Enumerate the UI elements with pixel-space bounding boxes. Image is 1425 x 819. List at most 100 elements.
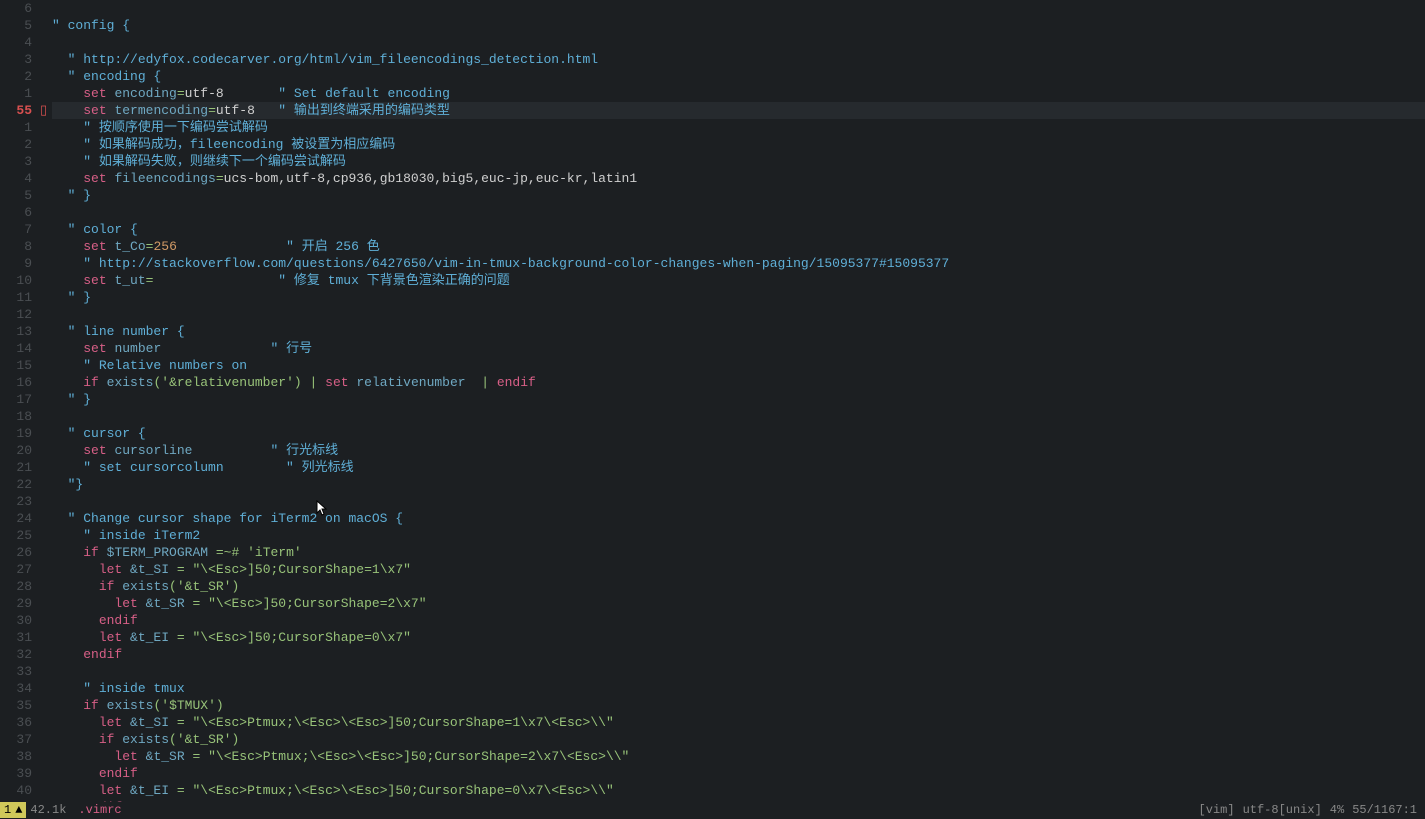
code-line[interactable]: " set cursorcolumn " 列光标线 [52, 459, 1425, 476]
line-number: 18 [0, 408, 32, 425]
code-line[interactable]: if exists('$TMUX') [52, 697, 1425, 714]
line-number: 25 [0, 527, 32, 544]
sign-cell [40, 136, 52, 153]
code-line[interactable]: " http://stackoverflow.com/questions/642… [52, 255, 1425, 272]
sign-cell [40, 221, 52, 238]
line-number: 8 [0, 238, 32, 255]
code-area[interactable]: " config { " http://edyfox.codecarver.or… [52, 0, 1425, 812]
code-line[interactable]: " color { [52, 221, 1425, 238]
code-line[interactable] [52, 34, 1425, 51]
sign-cell [40, 170, 52, 187]
code-line[interactable]: " http://edyfox.codecarver.org/html/vim_… [52, 51, 1425, 68]
line-number: 3 [0, 153, 32, 170]
code-line[interactable]: let &t_SI = "\<Esc>Ptmux;\<Esc>\<Esc>]50… [52, 714, 1425, 731]
code-line[interactable] [52, 408, 1425, 425]
sign-cell [40, 697, 52, 714]
line-number: 29 [0, 595, 32, 612]
code-line[interactable]: " 如果解码失败，则继续下一个编码尝试解码 [52, 153, 1425, 170]
line-number: 15 [0, 357, 32, 374]
code-line[interactable]: " 按顺序使用一下编码尝试解码 [52, 119, 1425, 136]
sign-cell [40, 425, 52, 442]
code-line[interactable]: set t_ut= " 修复 tmux 下背景色渲染正确的问题 [52, 272, 1425, 289]
code-line[interactable]: " 如果解码成功，fileencoding 被设置为相应编码 [52, 136, 1425, 153]
sign-cell [40, 595, 52, 612]
sign-cell [40, 765, 52, 782]
code-line[interactable]: let &t_SR = "\<Esc>Ptmux;\<Esc>\<Esc>]50… [52, 748, 1425, 765]
code-line[interactable]: let &t_SI = "\<Esc>]50;CursorShape=1\x7" [52, 561, 1425, 578]
status-mode-indicator: 1 ▲ [0, 802, 26, 818]
code-line[interactable]: if exists('&t_SR') [52, 578, 1425, 595]
sign-cell [40, 629, 52, 646]
code-line[interactable]: let &t_EI = "\<Esc>Ptmux;\<Esc>\<Esc>]50… [52, 782, 1425, 799]
code-line[interactable]: let &t_EI = "\<Esc>]50;CursorShape=0\x7" [52, 629, 1425, 646]
code-line[interactable]: "} [52, 476, 1425, 493]
code-line[interactable]: if exists('&relativenumber') | set relat… [52, 374, 1425, 391]
line-number: 1 [0, 85, 32, 102]
sign-cell [40, 663, 52, 680]
sign-column: ▯ [40, 0, 52, 812]
code-line[interactable]: let &t_SR = "\<Esc>]50;CursorShape=2\x7" [52, 595, 1425, 612]
line-number: 24 [0, 510, 32, 527]
code-line[interactable] [52, 306, 1425, 323]
line-number: 13 [0, 323, 32, 340]
line-number: 12 [0, 306, 32, 323]
code-line[interactable] [52, 663, 1425, 680]
line-number: 14 [0, 340, 32, 357]
code-line[interactable]: " Change cursor shape for iTerm2 on macO… [52, 510, 1425, 527]
line-number: 26 [0, 544, 32, 561]
sign-cell [40, 782, 52, 799]
line-number: 31 [0, 629, 32, 646]
line-number: 36 [0, 714, 32, 731]
line-number: 28 [0, 578, 32, 595]
code-line[interactable]: " Relative numbers on [52, 357, 1425, 374]
line-number: 3 [0, 51, 32, 68]
sign-cell [40, 0, 52, 17]
code-line[interactable] [52, 493, 1425, 510]
code-line[interactable]: " } [52, 187, 1425, 204]
sign-cell [40, 68, 52, 85]
code-line[interactable]: " } [52, 289, 1425, 306]
status-filename: .vimrc [70, 802, 129, 819]
code-line[interactable]: " config { [52, 17, 1425, 34]
code-line[interactable]: set t_Co=256 " 开启 256 色 [52, 238, 1425, 255]
sign-cell [40, 442, 52, 459]
code-line[interactable]: set encoding=utf-8 " Set default encodin… [52, 85, 1425, 102]
sign-cell [40, 408, 52, 425]
line-number: 5 [0, 187, 32, 204]
status-percent: 4% [1330, 802, 1344, 819]
sign-cell [40, 714, 52, 731]
editor-viewport[interactable]: 6543215512345678910111213141516171819202… [0, 0, 1425, 812]
status-filetype: [vim] [1199, 802, 1235, 819]
status-position: 55/1167:1 [1352, 802, 1417, 819]
line-number: 34 [0, 680, 32, 697]
code-line[interactable]: " inside tmux [52, 680, 1425, 697]
code-line[interactable]: " } [52, 391, 1425, 408]
line-number-gutter: 6543215512345678910111213141516171819202… [0, 0, 40, 812]
code-line[interactable]: set termencoding=utf-8 " 输出到终端采用的编码类型 [52, 102, 1425, 119]
code-line[interactable]: endif [52, 612, 1425, 629]
code-line[interactable]: set fileencodings=ucs-bom,utf-8,cp936,gb… [52, 170, 1425, 187]
sign-cell [40, 340, 52, 357]
line-number: 6 [0, 0, 32, 17]
code-line[interactable]: if $TERM_PROGRAM =~# 'iTerm' [52, 544, 1425, 561]
code-line[interactable]: if exists('&t_SR') [52, 731, 1425, 748]
sign-cell [40, 119, 52, 136]
sign-cell [40, 272, 52, 289]
code-line[interactable]: " line number { [52, 323, 1425, 340]
code-line[interactable]: " encoding { [52, 68, 1425, 85]
sign-cell [40, 748, 52, 765]
line-number: 55 [0, 102, 32, 119]
code-line[interactable]: " inside iTerm2 [52, 527, 1425, 544]
code-line[interactable] [52, 0, 1425, 17]
code-line[interactable]: " cursor { [52, 425, 1425, 442]
line-number: 27 [0, 561, 32, 578]
sign-cell [40, 680, 52, 697]
sign-cell [40, 204, 52, 221]
code-line[interactable]: endif [52, 646, 1425, 663]
code-line[interactable] [52, 204, 1425, 221]
line-number: 2 [0, 136, 32, 153]
code-line[interactable]: endif [52, 765, 1425, 782]
code-line[interactable]: set cursorline " 行光标线 [52, 442, 1425, 459]
sign-cell [40, 459, 52, 476]
code-line[interactable]: set number " 行号 [52, 340, 1425, 357]
